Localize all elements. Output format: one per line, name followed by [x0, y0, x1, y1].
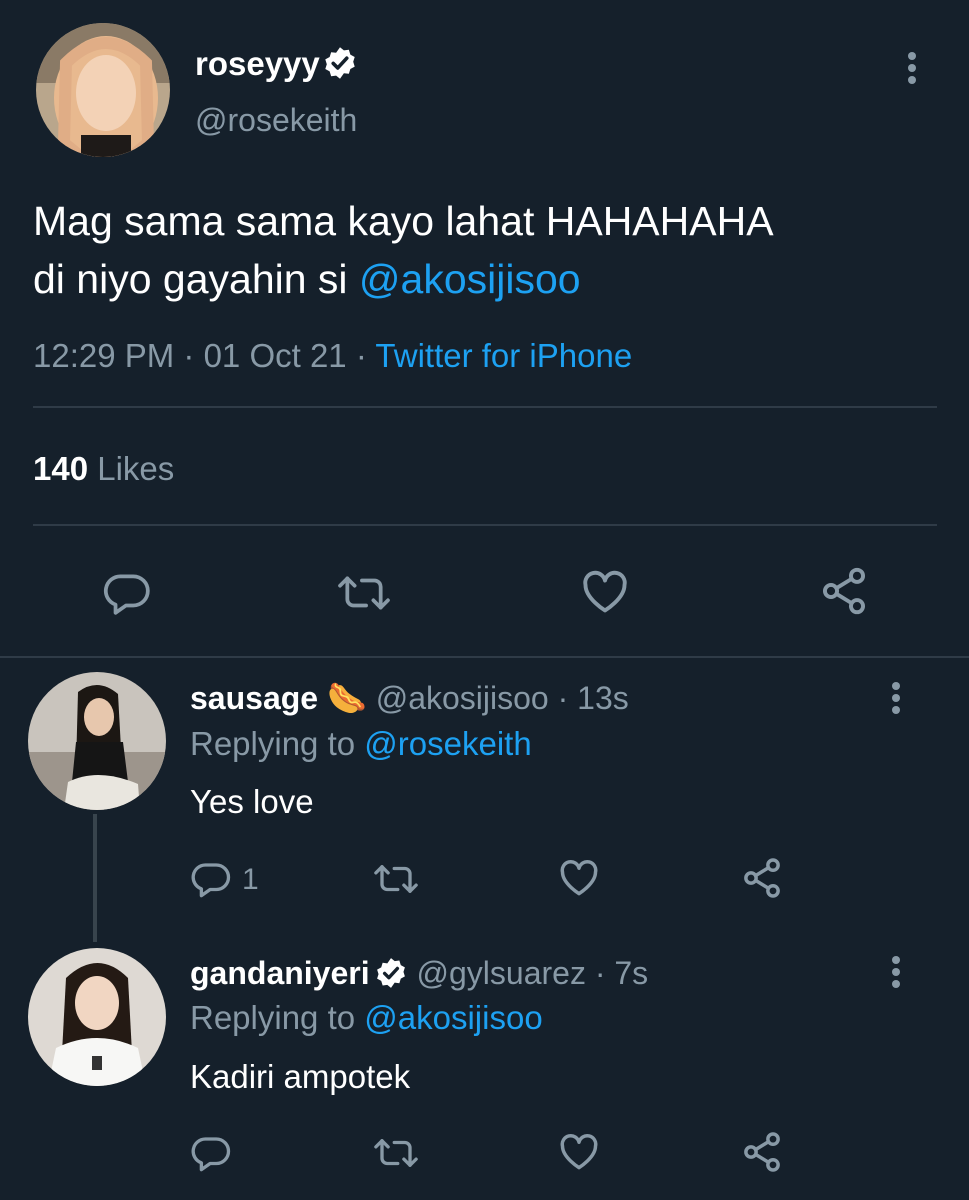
avatar-image — [28, 672, 166, 810]
verified-icon — [376, 957, 405, 988]
main-handle[interactable]: @rosekeith — [195, 100, 357, 140]
avatar-rosekeith[interactable] — [36, 23, 170, 157]
like-icon[interactable] — [556, 856, 602, 900]
avatar-image — [36, 23, 170, 157]
reply-header: gandaniyeri @gylsuarez · 7s — [190, 953, 648, 993]
like-icon[interactable] — [556, 1130, 602, 1174]
main-tweet-text-line1: Mag sama sama kayo lahat HAHAHAHA — [33, 198, 774, 244]
replying-to-handle[interactable]: @akosijisoo — [364, 999, 542, 1036]
share-icon[interactable] — [740, 856, 784, 900]
tweet-date[interactable]: 01 Oct 21 — [204, 337, 347, 374]
reply-display-name[interactable]: sausage — [190, 680, 318, 716]
main-tweet-text-line2: di niyo gayahin si @akosijisoo — [33, 250, 774, 308]
replying-to-label: Replying to — [190, 999, 365, 1036]
reply-handle[interactable]: @akosijisoo — [376, 680, 549, 716]
hotdog-emoji: 🌭 — [326, 680, 367, 716]
main-display-name: roseyyy — [195, 45, 320, 82]
reply-icon[interactable] — [102, 568, 152, 618]
likes-label: Likes — [97, 450, 175, 487]
verified-icon — [325, 47, 355, 80]
meta-separator: · — [346, 337, 376, 374]
replying-to: Replying to @akosijisoo — [190, 998, 543, 1038]
thread-line — [93, 814, 97, 942]
reply-age[interactable]: 13s — [577, 680, 629, 716]
retweet-icon[interactable] — [371, 1132, 421, 1174]
main-tweet-meta: 12:29 PM · 01 Oct 21 · Twitter for iPhon… — [33, 336, 632, 376]
main-display-name-row[interactable]: roseyyy — [195, 44, 358, 84]
reply-text: Yes love — [190, 783, 314, 820]
share-icon[interactable] — [818, 565, 870, 617]
reply-handle[interactable]: @gylsuarez — [417, 955, 586, 991]
more-icon[interactable] — [906, 52, 918, 88]
main-tweet-text: Mag sama sama kayo lahat HAHAHAHA di niy… — [33, 192, 774, 308]
reply-age[interactable]: 7s — [614, 955, 648, 991]
reply-icon[interactable] — [190, 858, 232, 900]
mention-akosijisoo[interactable]: @akosijisoo — [359, 256, 581, 302]
divider — [33, 406, 937, 408]
meta-separator: · — [548, 680, 578, 716]
reply-header: sausage 🌭 @akosijisoo · 13s — [190, 678, 629, 718]
reply-display-name[interactable]: gandaniyeri — [190, 955, 370, 991]
tweet-time[interactable]: 12:29 PM — [33, 337, 174, 374]
avatar-gylsuarez[interactable] — [28, 948, 166, 1086]
likes-stat[interactable]: 140 Likes — [33, 449, 174, 489]
meta-separator: · — [174, 337, 204, 374]
retweet-icon[interactable] — [371, 858, 421, 900]
more-icon[interactable] — [890, 682, 902, 718]
tweet-source[interactable]: Twitter for iPhone — [375, 337, 632, 374]
avatar-image — [28, 948, 166, 1086]
main-tweet-text-line2-prefix: di niyo gayahin si — [33, 256, 359, 302]
replying-to-handle[interactable]: @rosekeith — [364, 725, 531, 762]
reply-text: Kadiri ampotek — [190, 1058, 411, 1095]
like-icon[interactable] — [578, 566, 632, 618]
divider — [33, 524, 937, 526]
meta-separator: · — [585, 955, 615, 991]
share-icon[interactable] — [740, 1130, 784, 1174]
more-icon[interactable] — [890, 956, 902, 992]
reply-count: 1 — [242, 863, 259, 896]
avatar-akosijisoo[interactable] — [28, 672, 166, 810]
replying-to: Replying to @rosekeith — [190, 724, 532, 764]
retweet-icon[interactable] — [334, 568, 394, 618]
replying-to-label: Replying to — [190, 725, 365, 762]
section-divider — [0, 656, 969, 658]
likes-count: 140 — [33, 450, 89, 487]
reply-icon[interactable] — [190, 1132, 232, 1174]
